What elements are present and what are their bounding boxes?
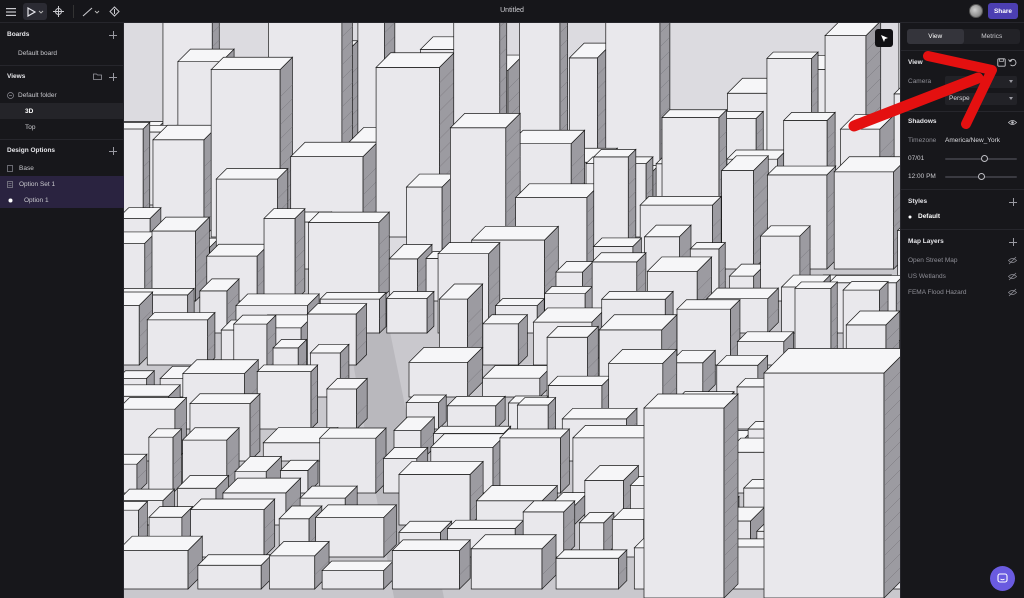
slider-thumb[interactable] [981,155,989,162]
pointer-tool-button[interactable] [23,3,47,20]
add-option-icon[interactable] [109,147,117,155]
styles-heading: Styles [908,198,928,205]
view-item-label: Top [25,123,36,131]
line-icon [82,7,100,16]
eye-off-icon[interactable] [1008,256,1017,265]
divider [0,65,124,66]
eye-off-icon[interactable] [1008,272,1017,281]
option-item[interactable]: Option 1 [0,192,124,208]
map-layers-heading: Map Layers [908,238,944,245]
bullet-icon [908,215,912,218]
style-item-label: Default [918,213,941,220]
3d-viewport[interactable] [124,23,900,598]
add-layer-icon[interactable] [1009,238,1017,246]
map-layer-item[interactable]: Open Street Map [908,257,958,264]
option-set-label: Option Set 1 [19,180,56,188]
chat-icon [997,573,1008,583]
add-board-icon[interactable] [109,31,117,39]
style-item[interactable]: Default [908,213,940,220]
divider [901,189,1024,190]
pointer-icon [27,6,44,17]
top-bar: Untitled Share [0,0,1024,23]
map-layer-item[interactable]: FEMA Flood Hazard [908,289,967,296]
views-heading: Views [7,73,26,80]
toolbar-divider [73,5,74,18]
share-button[interactable]: Share [988,3,1018,19]
board-item-label: Default board [18,49,58,57]
timezone-label: Timezone [908,137,937,144]
time-label: 12:00 PM [908,173,936,180]
new-folder-icon[interactable] [93,73,102,80]
folder-item[interactable]: Default folder [0,87,124,103]
add-style-icon[interactable] [1009,198,1017,206]
document-icon [7,164,13,172]
view-item-top[interactable]: Top [0,119,124,135]
folder-label: Default folder [18,91,57,99]
view-item-label: 3D [25,107,34,115]
left-sidebar: Boards Default board Views Default folde… [0,23,124,598]
document-title: Untitled [500,7,524,14]
slider-thumb[interactable] [977,173,985,180]
chevron-icon [7,91,14,99]
avatar[interactable] [969,4,983,18]
menu-icon[interactable] [4,3,18,20]
active-dot-icon [8,198,13,202]
upload-icon[interactable] [107,3,121,20]
boards-heading: Boards [7,31,30,38]
design-options-heading: Design Options [7,147,56,154]
add-view-icon[interactable] [109,73,117,81]
chat-button[interactable] [990,566,1015,591]
timezone-value[interactable]: America/New_York [945,137,1000,144]
base-label: Base [19,164,34,172]
eye-off-icon[interactable] [1008,288,1017,297]
view-item-3d[interactable]: 3D [0,103,124,119]
move-icon[interactable] [51,3,65,20]
option-set-icon [7,180,13,188]
date-label: 07/01 [908,155,925,162]
base-item[interactable]: Base [0,160,124,176]
board-item[interactable]: Default board [0,45,124,61]
line-tool-button[interactable] [81,3,101,20]
map-layer-item[interactable]: US Wetlands [908,273,946,280]
annotation-arrow [848,51,997,132]
divider [901,229,1024,230]
date-slider[interactable] [945,155,1017,162]
option-set-item[interactable]: Option Set 1 [0,176,124,192]
time-slider[interactable] [945,173,1017,180]
city-model [124,23,900,598]
option-label: Option 1 [24,196,49,204]
divider [0,139,124,140]
